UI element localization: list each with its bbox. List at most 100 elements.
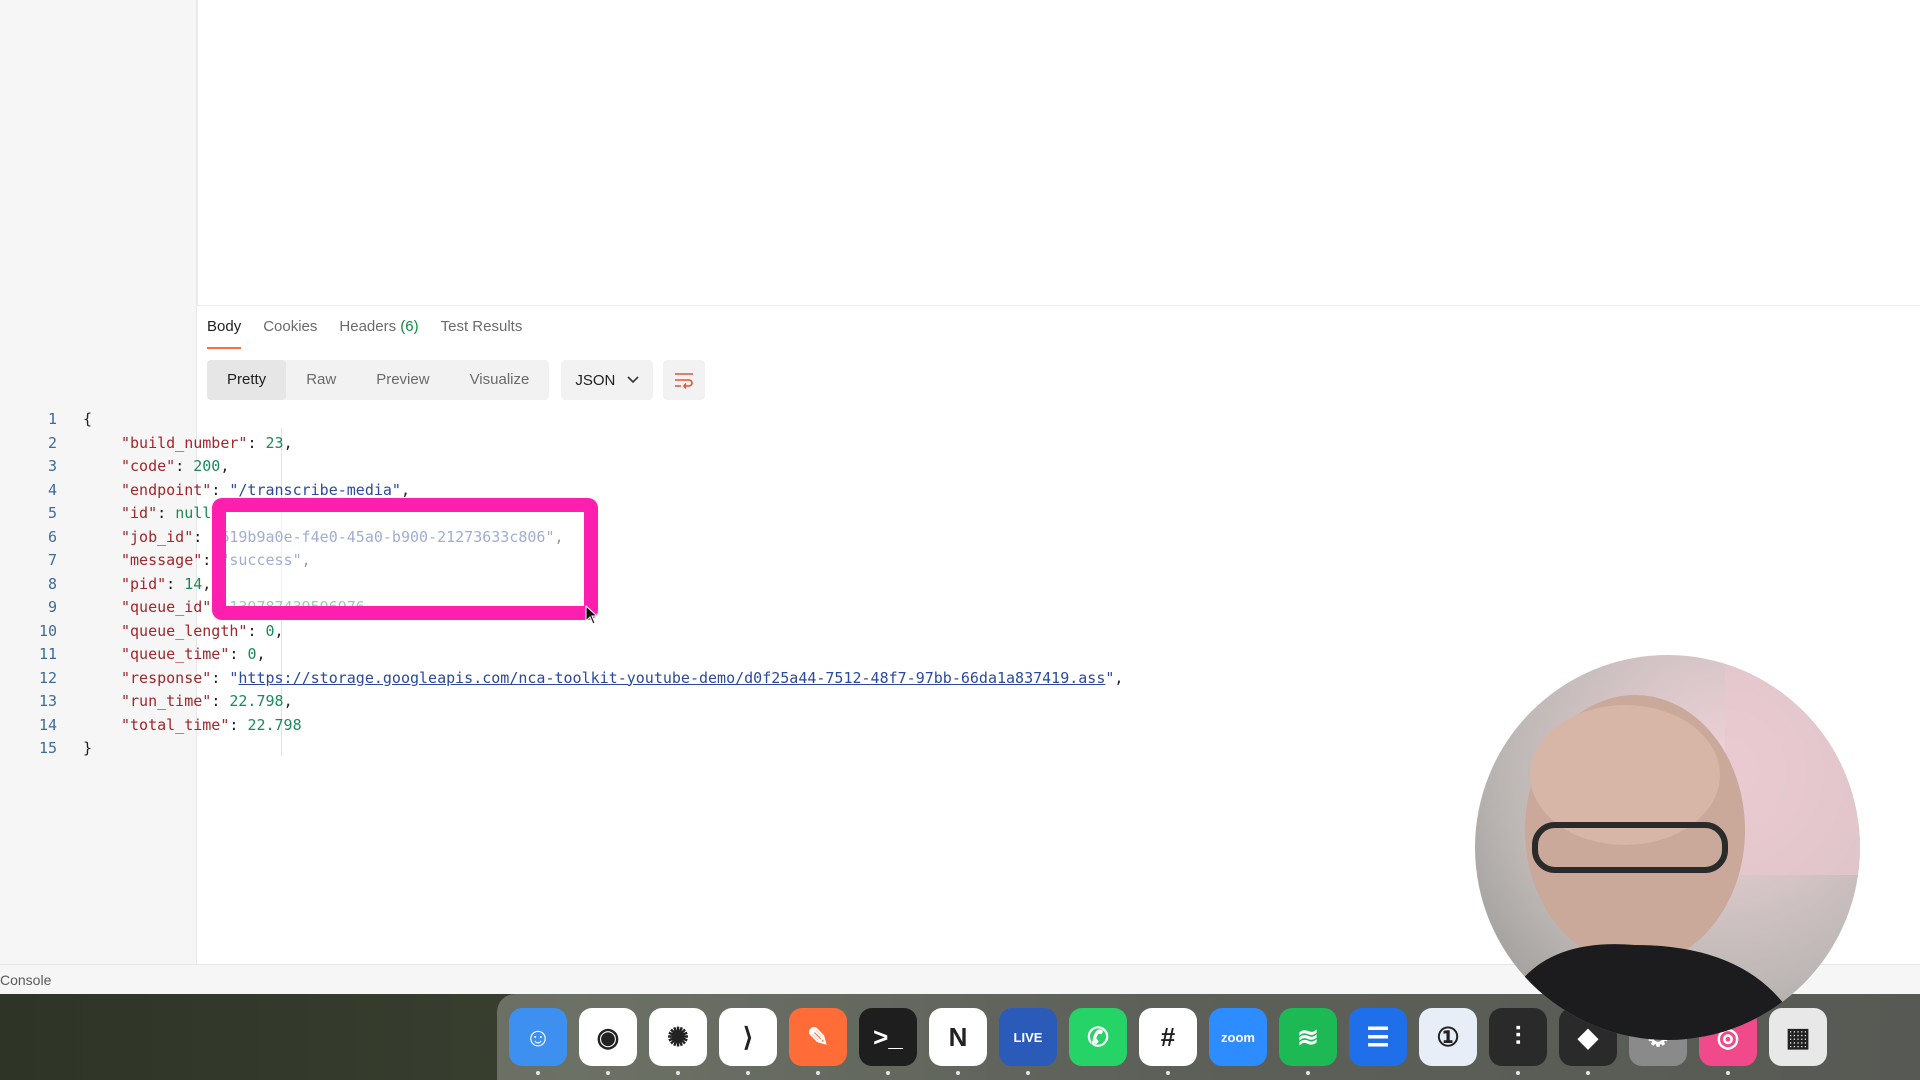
code-line: 9 "queue_id": 139787439596976, <box>0 596 1400 620</box>
code-text: "queue_length": 0, <box>121 621 284 640</box>
json-comma: , <box>274 621 284 640</box>
mouse-cursor-icon <box>585 605 599 625</box>
tab-headers[interactable]: Headers (6) <box>339 318 418 347</box>
json-key: "queue_length" <box>121 621 248 640</box>
dock-glyph: ✎ <box>807 1021 829 1052</box>
json-link-value[interactable]: "https://storage.googleapis.com/nca-tool… <box>229 669 1114 687</box>
code-line: 11 "queue_time": 0, <box>0 643 1400 667</box>
view-mode-group: Pretty Raw Preview Visualize <box>207 360 550 400</box>
view-preview-button[interactable]: Preview <box>356 360 449 400</box>
chevron-down-icon <box>627 376 639 384</box>
dock-glyph: ▦ <box>1785 1021 1811 1052</box>
line-number: 6 <box>47 527 57 546</box>
json-value: 22.798 <box>229 692 284 710</box>
code-text: } <box>83 737 92 761</box>
request-body-area[interactable] <box>197 0 1920 306</box>
docs-icon[interactable]: ☰ <box>1349 1008 1407 1066</box>
view-pretty-button[interactable]: Pretty <box>207 360 287 400</box>
response-tabs: Body Cookies Headers (6) Test Results <box>207 318 522 352</box>
launchpad-icon[interactable]: ▦ <box>1769 1008 1827 1066</box>
json-comma: , <box>256 645 266 663</box>
webcam-overlay <box>1475 655 1860 1040</box>
notion-icon[interactable]: N <box>929 1008 987 1075</box>
gutter <box>57 455 83 479</box>
console-button[interactable]: Console <box>0 972 51 988</box>
json-comma: , <box>1114 668 1124 687</box>
json-comma: , <box>283 692 293 710</box>
view-raw-button[interactable]: Raw <box>286 360 356 400</box>
zoom-icon[interactable]: zoom <box>1209 1008 1267 1066</box>
tab-cookies[interactable]: Cookies <box>263 318 317 347</box>
code-text: "queue_time": 0, <box>121 645 266 663</box>
line-number: 7 <box>47 551 57 569</box>
response-json-viewer[interactable]: 1{2 "build_number": 23, 3 "code": 200, 4 "end… <box>0 408 1400 761</box>
dock-glyph: ☺ <box>524 1021 552 1052</box>
running-indicator-dot <box>1306 1071 1310 1075</box>
postman-icon[interactable]: ✎ <box>789 1008 847 1075</box>
line-number: 4 <box>47 480 57 499</box>
dock-glyph: zoom <box>1221 1029 1255 1045</box>
dock-glyph: ☰ <box>1366 1021 1390 1052</box>
code-line: 13 "run_time": 22.798, <box>0 690 1400 714</box>
format-select[interactable]: JSON <box>561 360 654 400</box>
chatgpt-icon[interactable]: ✺ <box>649 1008 707 1075</box>
line-number: 1 <box>47 410 57 428</box>
line-number: 2 <box>47 433 57 452</box>
dock-glyph: ✺ <box>667 1021 689 1052</box>
dock-glyph: # <box>1160 1021 1176 1052</box>
slack-icon[interactable]: # <box>1139 1008 1197 1075</box>
1password-icon[interactable]: ① <box>1419 1008 1477 1066</box>
finder-icon[interactable]: ☺ <box>509 1008 567 1075</box>
gutter <box>57 737 83 761</box>
gutter <box>57 549 83 573</box>
tab-headers-label: Headers <box>339 318 397 335</box>
view-visualize-button[interactable]: Visualize <box>450 360 550 400</box>
dock-glyph: ✆ <box>1087 1021 1109 1052</box>
json-value: 23 <box>265 433 284 452</box>
code-text: "pid": 14, <box>121 574 212 593</box>
response-url-link[interactable]: https://storage.googleapis.com/nca-toolk… <box>238 669 1105 687</box>
running-indicator-dot <box>1726 1071 1730 1075</box>
headers-count-badge: (6) <box>400 318 419 335</box>
running-indicator-dot <box>606 1071 610 1075</box>
gutter <box>57 479 83 503</box>
json-comma: , <box>400 480 410 499</box>
code-text: "id": null, <box>121 504 221 522</box>
spotify-icon[interactable]: ≋ <box>1279 1008 1337 1075</box>
live-icon[interactable]: LIVE <box>999 1008 1057 1075</box>
gutter <box>57 573 83 597</box>
json-comma: , <box>283 433 293 452</box>
gutter <box>57 432 83 456</box>
terminal-icon[interactable]: >_ <box>859 1008 917 1075</box>
wrap-lines-button[interactable] <box>663 360 706 400</box>
code-line: 10 "queue_length": 0, <box>0 620 1400 644</box>
code-line: 15} <box>0 737 1400 761</box>
code-line: 12 "response": "https://storage.googleapi… <box>0 667 1400 691</box>
wrap-lines-icon <box>675 373 694 389</box>
json-key: "pid" <box>121 574 167 593</box>
json-brace: { <box>83 410 93 428</box>
dock-glyph: LIVE <box>1013 1029 1043 1045</box>
json-key: "total_time" <box>121 715 230 734</box>
gutter <box>57 667 83 691</box>
code-line: 3 "code": 200, <box>0 455 1400 479</box>
tab-test-results[interactable]: Test Results <box>441 318 523 347</box>
line-number: 15 <box>38 739 57 757</box>
running-indicator-dot <box>1586 1071 1590 1075</box>
dock-glyph: >_ <box>873 1021 903 1052</box>
json-key: "endpoint" <box>121 480 212 499</box>
json-value: 200 <box>193 457 221 475</box>
ua-console-icon[interactable]: ⫶ <box>1489 1008 1547 1075</box>
code-line: 14 "total_time": 22.798 <box>0 714 1400 738</box>
line-number: 11 <box>38 645 57 663</box>
vscode-icon[interactable]: ⟩ <box>719 1008 777 1075</box>
json-key: "build_number" <box>121 433 248 452</box>
json-value: null <box>175 504 212 522</box>
code-line: 2 "build_number": 23, <box>0 432 1400 456</box>
json-key: "queue_id" <box>121 598 212 616</box>
line-number: 13 <box>38 692 57 710</box>
tab-body[interactable]: Body <box>207 318 242 349</box>
whatsapp-icon[interactable]: ✆ <box>1069 1008 1127 1066</box>
code-text: "total_time": 22.798 <box>121 715 302 734</box>
chrome-icon[interactable]: ◉ <box>579 1008 637 1075</box>
